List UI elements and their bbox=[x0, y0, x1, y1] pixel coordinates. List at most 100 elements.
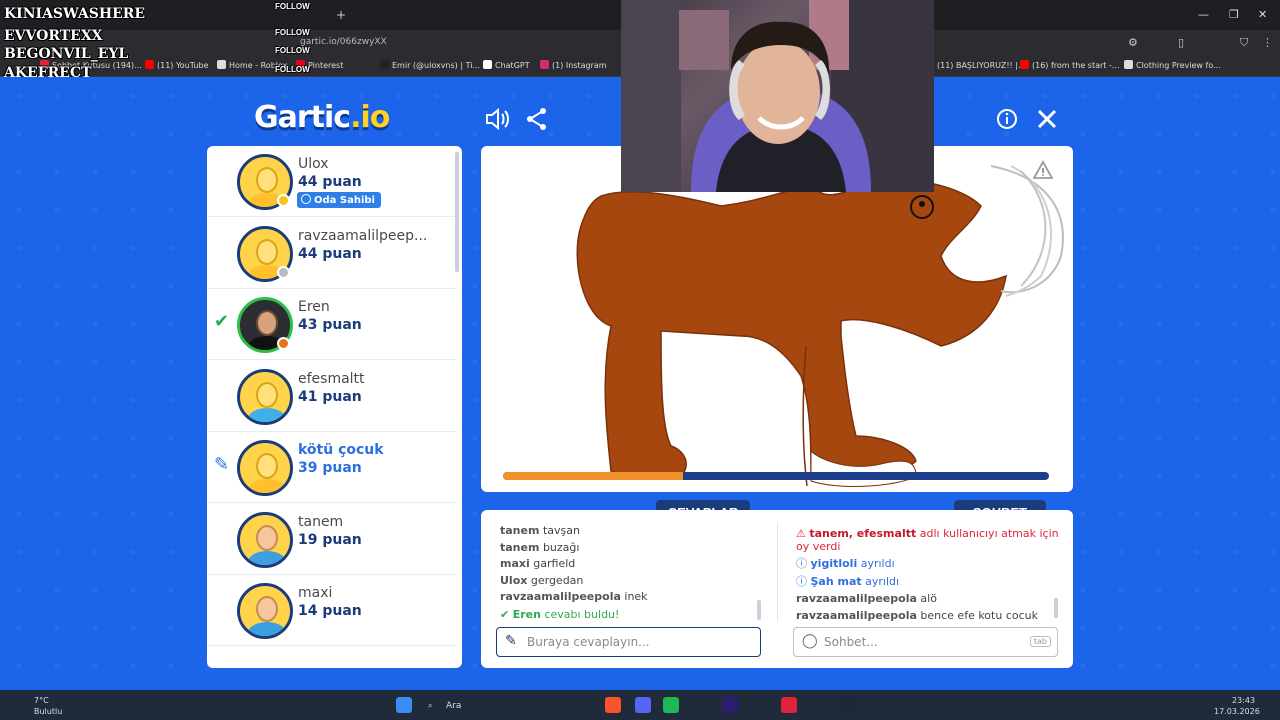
bookmark-label: (16) from the start -... bbox=[1032, 61, 1120, 70]
chat-bubble-icon: ◯ bbox=[802, 633, 818, 649]
player-row[interactable]: efesmaltt 41 puan bbox=[207, 361, 457, 432]
player-name: Ulox bbox=[298, 156, 329, 172]
player-points: 44 puan bbox=[298, 174, 362, 190]
player-row[interactable]: maxi 14 puan bbox=[207, 575, 457, 646]
bookmark-favicon-icon bbox=[217, 60, 226, 69]
drawing-pencil-icon: ✎ bbox=[214, 454, 230, 475]
player-points: 14 puan bbox=[298, 603, 362, 619]
chat-scrollbar[interactable] bbox=[1054, 598, 1058, 618]
menu-icon[interactable]: ⋮ bbox=[1262, 36, 1273, 49]
status-dot bbox=[277, 337, 290, 350]
avatar[interactable] bbox=[237, 368, 293, 425]
answers-chat-panel: tanem tavşan tanem buzağı maxi garfield Ulo… bbox=[481, 510, 1073, 668]
bookmark-label: (1) Instagram bbox=[552, 61, 607, 70]
discord-icon[interactable] bbox=[635, 697, 651, 713]
player-row[interactable]: ✔ Eren 43 puan bbox=[207, 289, 457, 360]
bookmark-item[interactable]: (11) YouTube bbox=[145, 60, 209, 70]
player-name: ravzaamalilpeep... bbox=[298, 227, 428, 244]
chat-input[interactable] bbox=[824, 633, 1024, 651]
status-dot bbox=[277, 265, 290, 279]
bookmark-favicon-icon bbox=[145, 60, 154, 69]
player-points: 43 puan bbox=[298, 317, 362, 333]
steam-icon[interactable] bbox=[840, 697, 856, 713]
kick-vote-message: ⚠ tanem, efesmaltt adlı kullanıcıyı atma… bbox=[796, 527, 1059, 553]
bookmark-item[interactable]: Clothing Preview fo... bbox=[1124, 60, 1221, 70]
gartic-logo[interactable]: Gartic.io bbox=[254, 100, 390, 135]
player-row[interactable]: ravzaamalilpeep... 44 puan bbox=[207, 218, 457, 289]
player-points: 39 puan bbox=[298, 460, 362, 476]
bookmark-item[interactable]: ChatGPT bbox=[483, 60, 530, 70]
spotify-icon[interactable] bbox=[663, 697, 679, 713]
bookmark-label: Emir (@uloxvns) | Ti... bbox=[392, 61, 481, 70]
player-name: maxi bbox=[298, 585, 333, 601]
player-name: kötü çocuk bbox=[298, 442, 384, 458]
bookmark-item[interactable]: (11) BAŞLIYORUZ!! |... bbox=[925, 60, 1026, 70]
weather-temp[interactable]: 7°C bbox=[34, 696, 49, 705]
avatar[interactable] bbox=[237, 583, 293, 639]
overlay-follow-label: FOLLOW bbox=[275, 65, 310, 74]
owner-icon bbox=[301, 194, 311, 204]
bookmark-label: (11) BAŞLIYORUZ!! |... bbox=[937, 61, 1026, 70]
app-icon[interactable] bbox=[781, 697, 797, 713]
bookmark-item[interactable]: (16) from the start -... bbox=[1020, 60, 1120, 70]
panel-divider bbox=[777, 522, 778, 622]
player-name: Eren bbox=[298, 299, 330, 315]
url-text[interactable]: gartic.io/066zwyXX bbox=[300, 37, 387, 47]
player-name: tanem bbox=[298, 513, 344, 530]
player-points: 19 puan bbox=[298, 531, 362, 548]
clock-time[interactable]: 23:43 bbox=[1232, 696, 1255, 705]
taskbar-search-icon[interactable]: ⌕ bbox=[428, 701, 432, 711]
shield-icon[interactable]: ⛉ bbox=[1240, 36, 1248, 50]
weather-desc[interactable]: Bulutlu bbox=[34, 707, 62, 716]
start-icon[interactable] bbox=[396, 697, 412, 713]
bookmark-favicon-icon bbox=[1020, 60, 1029, 69]
speaker-icon[interactable] bbox=[484, 106, 510, 132]
overlay-follow-label: FOLLOW bbox=[275, 28, 310, 37]
player-row[interactable]: ✎ kötü çocuk 39 puan bbox=[207, 432, 457, 503]
answer-found-message: ✔ Eren cevabı buldu! bbox=[500, 608, 620, 621]
maximize-button[interactable]: ❐ bbox=[1229, 8, 1239, 21]
answer-input-box[interactable]: ✎ bbox=[496, 627, 761, 657]
player-points: 41 puan bbox=[298, 388, 362, 405]
answer-message: tanem buzağı bbox=[500, 540, 580, 554]
premiere-icon[interactable] bbox=[722, 697, 738, 713]
avatar[interactable] bbox=[237, 440, 293, 496]
sidebar-icon[interactable]: ▯ bbox=[1178, 36, 1184, 49]
close-window-button[interactable]: ✕ bbox=[1258, 8, 1267, 21]
chat-message: ravzaamalilpeepola alö bbox=[796, 592, 937, 605]
info-icon[interactable] bbox=[994, 106, 1020, 132]
drawing-art bbox=[576, 165, 1064, 487]
player-row[interactable]: Ulox 44 puan Oda Sahibi bbox=[207, 146, 457, 217]
bookmark-item[interactable]: (1) Instagram bbox=[540, 60, 607, 70]
answer-input[interactable] bbox=[527, 633, 727, 651]
warning-icon[interactable] bbox=[1032, 160, 1054, 180]
pencil-icon: ✎ bbox=[505, 633, 517, 649]
players-scrollbar[interactable] bbox=[455, 152, 459, 272]
correct-check-icon: ✔ bbox=[214, 311, 230, 332]
bookmark-label: (11) YouTube bbox=[157, 61, 209, 70]
clock-date[interactable]: 17.03.2026 bbox=[1214, 707, 1260, 716]
overlay-name: BEGONVIL_EYL bbox=[4, 46, 129, 62]
answers-scrollbar[interactable] bbox=[757, 600, 761, 620]
bookmark-label: Pinterest bbox=[308, 61, 344, 70]
status-dot bbox=[277, 194, 290, 207]
bookmark-favicon-icon bbox=[1124, 60, 1133, 69]
share-icon[interactable] bbox=[524, 106, 550, 132]
room-owner-badge: Oda Sahibi bbox=[297, 192, 381, 208]
answer-message: tanem tavşan bbox=[500, 524, 580, 537]
avatar[interactable] bbox=[237, 511, 293, 568]
timer-fill bbox=[503, 472, 684, 480]
bookmark-favicon-icon bbox=[483, 60, 492, 69]
minimize-button[interactable]: — bbox=[1198, 8, 1209, 21]
player-row[interactable]: tanem 19 puan bbox=[207, 504, 457, 575]
extension-icon[interactable]: ⚙ bbox=[1128, 36, 1138, 49]
overlay-name: KINIASWASHERE bbox=[4, 6, 146, 22]
new-tab-button[interactable]: + bbox=[336, 8, 346, 22]
taskbar-search[interactable]: Ara bbox=[446, 701, 461, 711]
close-icon[interactable] bbox=[1034, 106, 1060, 132]
players-list[interactable]: Ulox 44 puan Oda Sahibi ravzaamalilpeep... 4… bbox=[207, 146, 462, 668]
bookmark-item[interactable]: Emir (@uloxvns) | Ti... bbox=[380, 60, 480, 70]
drawing-canvas[interactable] bbox=[481, 146, 1073, 492]
chat-input-box[interactable]: ◯ tab bbox=[793, 627, 1058, 657]
brave-icon[interactable] bbox=[605, 697, 621, 713]
